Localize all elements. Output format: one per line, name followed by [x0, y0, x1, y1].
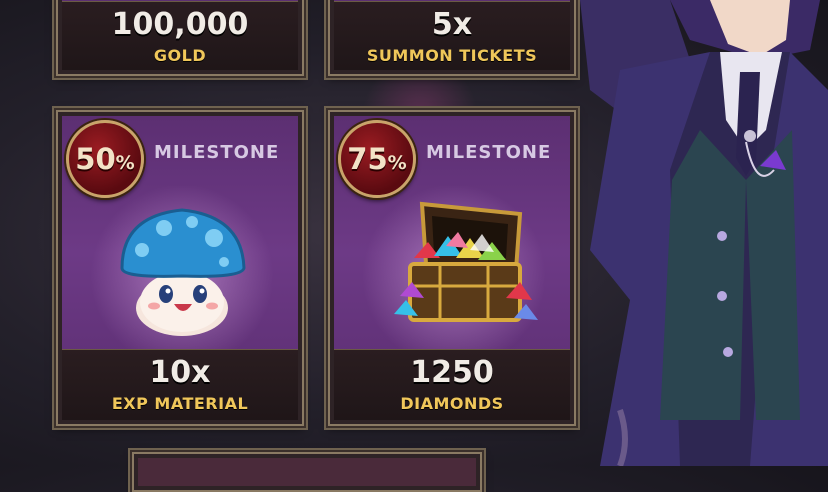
milestone-badge: 75% [338, 120, 416, 198]
reward-card-exp-material[interactable]: 10x EXP MATERIAL 50% MILESTONE [56, 110, 304, 426]
milestone-badge: 50% [66, 120, 144, 198]
milestone-percent: 50% [75, 142, 135, 176]
reward-label: EXP MATERIAL [111, 394, 249, 413]
card-footer: 10x EXP MATERIAL [62, 349, 298, 420]
card-footer: 5x SUMMON TICKETS [334, 1, 570, 70]
reward-amount: 10x [149, 355, 211, 390]
milestone-label: MILESTONE [426, 142, 552, 163]
reward-label: SUMMON TICKETS [366, 46, 538, 65]
milestone-label: MILESTONE [154, 142, 280, 163]
reward-label: GOLD [153, 46, 207, 65]
card-background [138, 458, 476, 486]
milestone-percent: 75% [347, 142, 407, 176]
reward-label: DIAMONDS [400, 394, 504, 413]
treasure-chest-icon [394, 201, 538, 322]
reward-card-summon-tickets[interactable]: 5x SUMMON TICKETS [328, 0, 576, 76]
reward-card-diamonds[interactable]: 1250 DIAMONDS 75% MILESTONE [328, 110, 576, 426]
character-portrait [580, 0, 828, 466]
card-footer: 1250 DIAMONDS [334, 349, 570, 420]
reward-amount: 1250 [410, 355, 494, 390]
reward-amount: 100,000 [111, 7, 249, 42]
reward-card-partial[interactable] [132, 452, 482, 492]
card-footer: 100,000 GOLD [62, 1, 298, 70]
reward-amount: 5x [431, 7, 473, 42]
mushroom-icon [120, 208, 246, 336]
reward-card-gold[interactable]: 100,000 GOLD [56, 0, 304, 76]
